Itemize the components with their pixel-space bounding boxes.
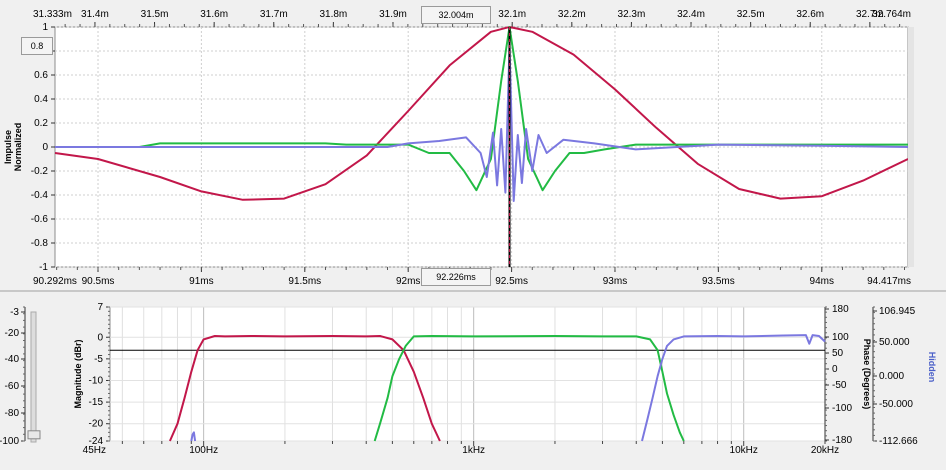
phase-ylabel: Phase (Degrees): [862, 339, 872, 410]
frequency-tick-label: 45Hz: [83, 445, 106, 456]
frequency-tick-label: 100Hz: [189, 445, 218, 456]
hidden-tick-label: 50.000: [879, 337, 910, 348]
impulse-ytick-label: 0.6: [34, 70, 48, 81]
time-axis-start: 90.292ms: [33, 276, 77, 287]
level-tick-label: -80: [5, 408, 20, 419]
distance-tick-label: 31.8m: [319, 9, 347, 20]
distance-tick-label: 32.5m: [737, 9, 765, 20]
impulse-ytick-label: 0.2: [34, 118, 48, 129]
impulse-ytick-label: -1: [39, 262, 48, 273]
level-tick-label: -100: [0, 436, 19, 447]
time-tick-label: 93.5ms: [702, 276, 735, 287]
magnitude-ylabel: Magnitude (dBr): [73, 340, 83, 409]
magnitude-ytick-label: -5: [94, 354, 103, 365]
magnitude-ytick-label: -20: [89, 419, 104, 430]
magnitude-chart-panel: -3 -20 -40 -60 -80 -100 7 0 -5 -10 -15 -20 -24 180 1…: [0, 292, 946, 467]
frequency-tick-label: 10kHz: [730, 445, 758, 456]
level-tick-label: -60: [5, 381, 20, 392]
distance-tick-label: 31.4m: [81, 9, 109, 20]
phase-tick-label: 50: [832, 348, 844, 359]
level-tick-label: -3: [10, 307, 19, 318]
level-tick-label: -20: [5, 328, 20, 339]
frequency-tick-label: 20kHz: [811, 445, 839, 456]
hidden-tick-label: 0.000: [879, 371, 904, 382]
hidden-ylabel: Hidden: [927, 352, 937, 383]
distance-tick-label: 32.3m: [618, 9, 646, 20]
impulse-chart-svg: 1 0.8 0.6 0.4 0.2 0 -0.2 -0.4 -0.6 -0.8 -1 31.333m…: [0, 0, 946, 290]
impulse-ytick-label: 0.4: [34, 94, 48, 105]
magnitude-chart-svg: -3-20-40-60-80-100 70-5-10-15-20-24 1801…: [0, 292, 946, 467]
impulse-ytick-label: 1: [42, 22, 48, 33]
impulse-ylabel-line1: Impulse: [3, 130, 13, 164]
impulse-ytick-label: -0.8: [31, 238, 49, 249]
time-tick-label: 93ms: [603, 276, 627, 287]
distance-tick-label: 32.2m: [558, 9, 586, 20]
time-tick-label: 90.5ms: [82, 276, 115, 287]
distance-tick-label: 31.7m: [260, 9, 288, 20]
phase-tick-label: -50: [832, 380, 847, 391]
time-axis-end: 94.417ms: [867, 276, 911, 287]
phase-tick-label: 100: [832, 332, 849, 343]
distance-tick-label: 31.6m: [200, 9, 228, 20]
distance-tick-label: 31.5m: [141, 9, 169, 20]
impulse-ytick-label: -0.4: [31, 190, 49, 201]
distance-axis-start: 31.333m: [33, 9, 72, 20]
distance-marker-box[interactable]: 32.004m: [421, 6, 491, 24]
time-tick-label: 92.5ms: [495, 276, 528, 287]
distance-tick-label: 31.9m: [379, 9, 407, 20]
level-slider-track[interactable]: [30, 311, 37, 443]
impulse-ylabel-line2: Normalized: [13, 123, 23, 172]
impulse-chart-panel: 1 0.8 0.6 0.4 0.2 0 -0.2 -0.4 -0.6 -0.8 -1 31.333m…: [0, 0, 946, 290]
impulse-scrollbar[interactable]: [908, 27, 914, 267]
hidden-tick-label: -112.666: [879, 436, 918, 447]
distance-tick-label: 32.4m: [677, 9, 705, 20]
magnitude-ytick-label: 0: [97, 332, 103, 343]
time-tick-label: 91.5ms: [288, 276, 321, 287]
level-slider-thumb[interactable]: [27, 430, 41, 440]
impulse-ytick-label: -0.2: [31, 166, 49, 177]
phase-tick-label: 180: [832, 304, 849, 315]
magnitude-ytick-label: -15: [89, 397, 104, 408]
level-tick-label: -40: [5, 354, 20, 365]
magnitude-ytick-label: 7: [97, 302, 103, 313]
frequency-tick-label: 1kHz: [462, 445, 485, 456]
time-tick-label: 92ms: [396, 276, 420, 287]
impulse-ytick-label: -0.6: [31, 214, 49, 225]
distance-tick-label: 32.6m: [796, 9, 824, 20]
time-tick-label: 91ms: [189, 276, 213, 287]
distance-tick-label: 32.7m: [856, 9, 884, 20]
level-value-box[interactable]: 0.8: [21, 37, 53, 55]
phase-tick-label: 0: [832, 364, 838, 375]
time-marker-box[interactable]: 92.226ms: [421, 268, 491, 286]
distance-tick-label: 32.1m: [498, 9, 526, 20]
impulse-ytick-label: 0: [42, 142, 48, 153]
phase-tick-label: -100: [832, 403, 852, 414]
hidden-tick-label: 106.945: [879, 306, 916, 317]
time-tick-label: 94ms: [810, 276, 834, 287]
hidden-tick-label: -50.000: [879, 399, 913, 410]
magnitude-ytick-label: -10: [89, 375, 104, 386]
